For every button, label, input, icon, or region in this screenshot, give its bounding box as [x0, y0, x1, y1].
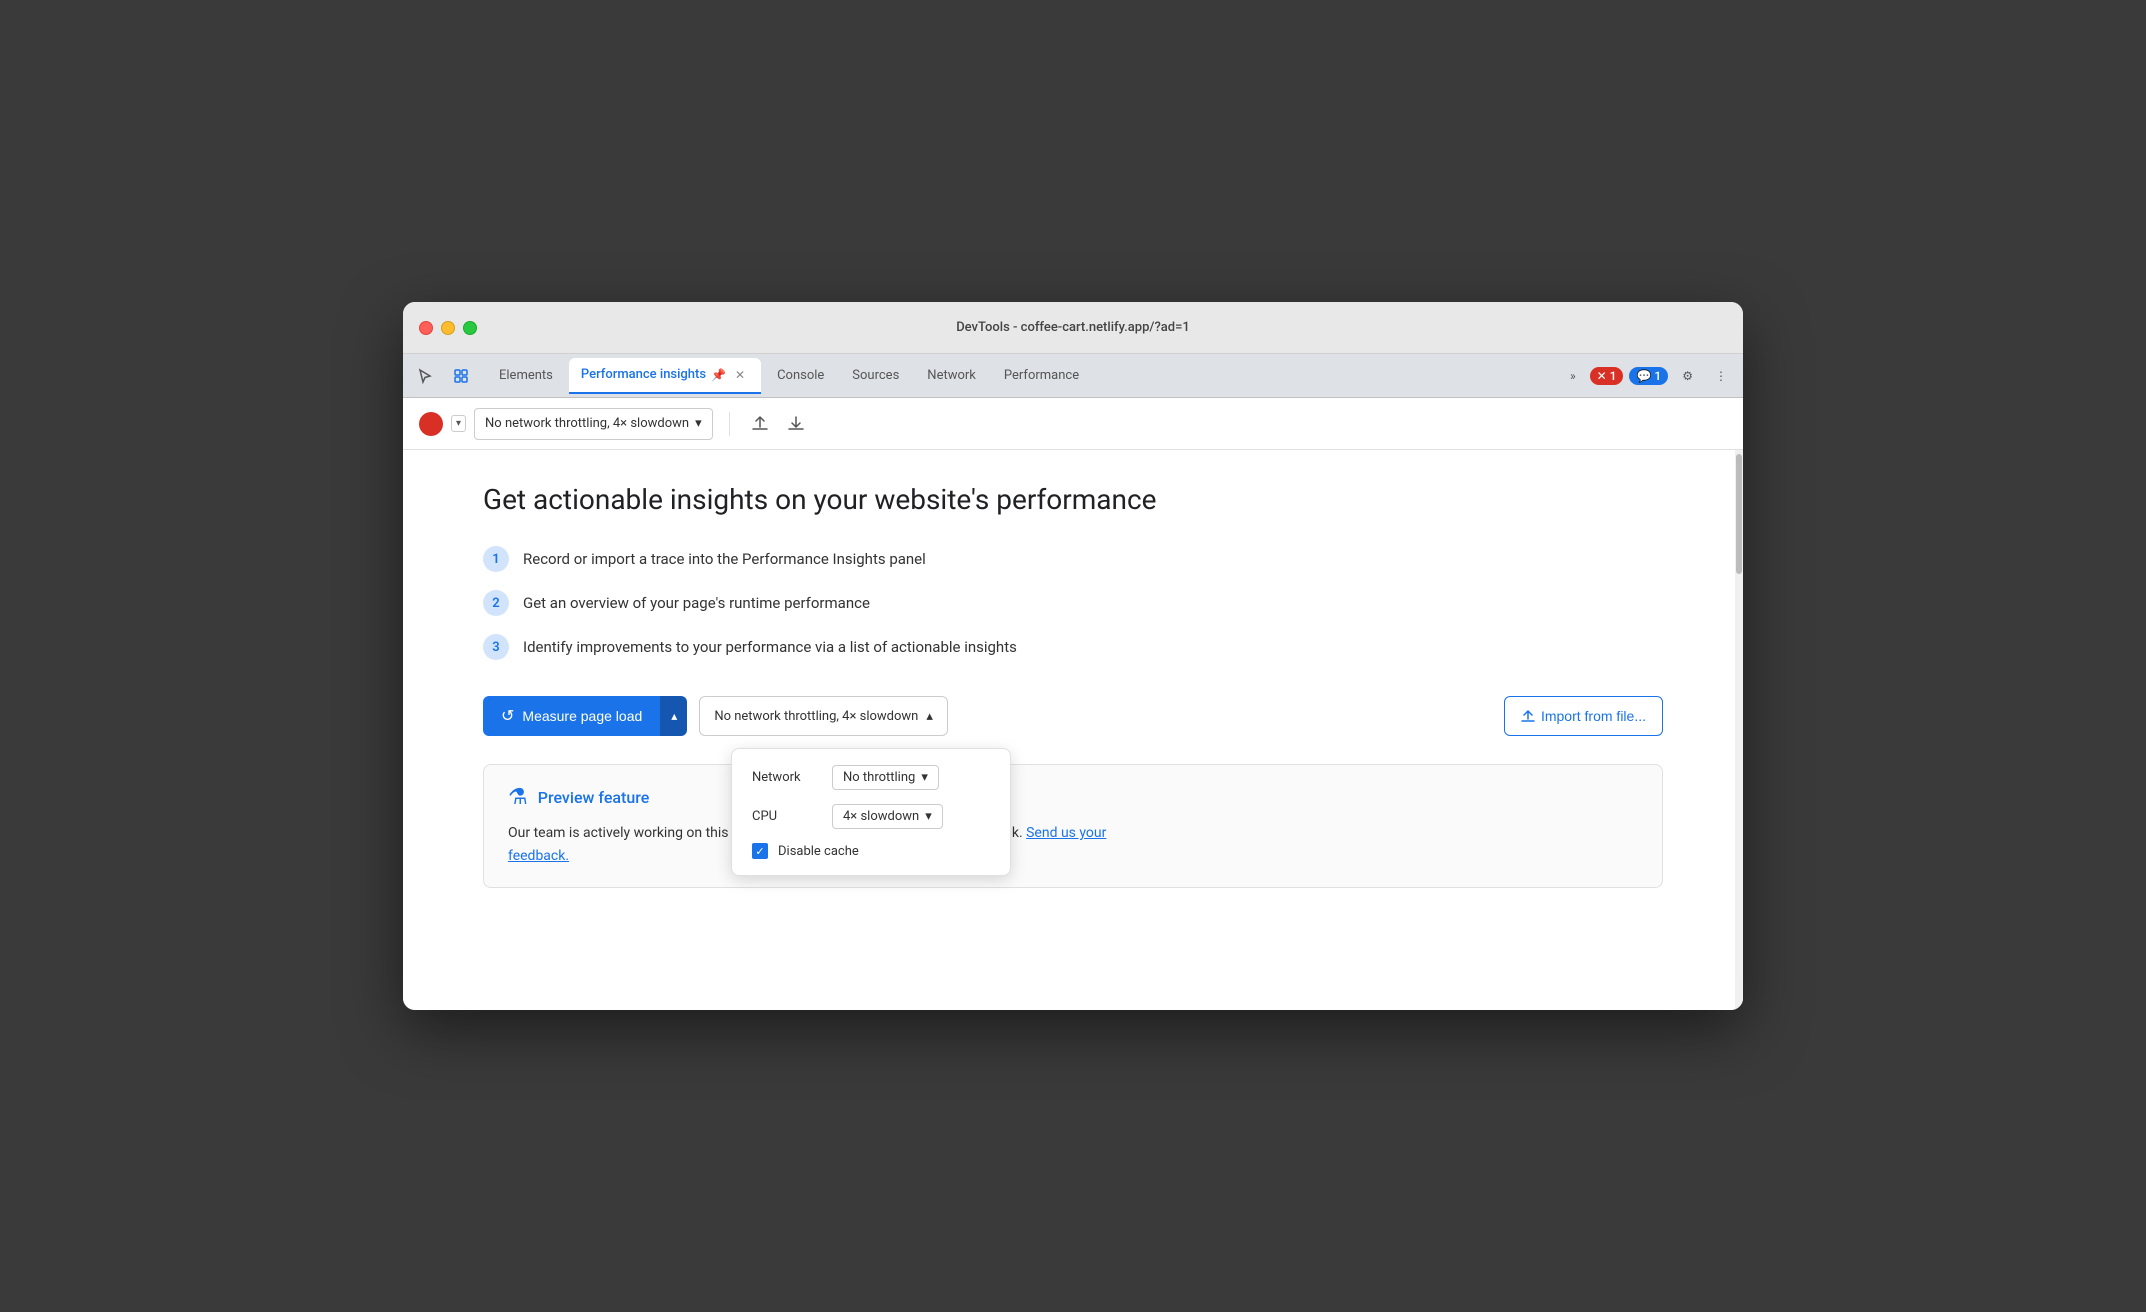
import-from-file-button[interactable]: Import from file... [1504, 696, 1663, 736]
minimize-button[interactable] [441, 321, 455, 335]
measure-page-load-button[interactable]: ↺ Measure page load [483, 696, 660, 736]
refresh-icon: ↺ [501, 706, 514, 726]
measure-btn-dropdown[interactable]: ▴ [660, 696, 687, 736]
import-btn-label: Import from file... [1541, 708, 1646, 724]
tab-console[interactable]: Console [765, 358, 836, 394]
kebab-icon: ⋮ [1715, 369, 1727, 383]
more-tabs-button[interactable]: » [1562, 365, 1584, 387]
panel-toolbar: ▾ No network throttling, 4× slowdown ▾ [403, 398, 1743, 450]
preview-feature-title: Preview feature [538, 788, 650, 807]
step-1-number: 1 [483, 546, 509, 572]
pin-icon: 📌 [711, 368, 726, 382]
main-content: Get actionable insights on your website'… [403, 450, 1743, 1010]
measure-dropdown-chevron-icon: ▴ [671, 709, 677, 723]
network-throttle-label: Network [752, 770, 832, 785]
network-throttle-value: No throttling [843, 770, 915, 785]
download-icon[interactable] [782, 410, 810, 438]
measure-btn-group: ↺ Measure page load ▴ [483, 696, 687, 736]
steps-list: 1 Record or import a trace into the Perf… [483, 546, 1663, 660]
tab-elements-label: Elements [499, 368, 553, 383]
tab-elements[interactable]: Elements [487, 358, 565, 394]
info-count: 1 [1654, 369, 1661, 383]
window-title: DevTools - coffee-cart.netlify.app/?ad=1 [956, 320, 1190, 335]
measure-btn-label: Measure page load [522, 708, 642, 724]
upload-icon[interactable] [746, 410, 774, 438]
throttle-select-button[interactable]: No network throttling, 4× slowdown ▴ [699, 696, 948, 736]
tab-performance[interactable]: Performance [992, 358, 1091, 394]
preview-feature-card: ⚗ Preview feature Our team is actively w… [483, 764, 1663, 888]
cpu-throttle-label: CPU [752, 809, 832, 824]
network-throttle-chevron-icon: ▾ [921, 770, 928, 785]
cpu-throttle-chevron-icon: ▾ [925, 809, 932, 824]
tab-bar: Elements Performance insights 📌 ✕ Consol… [403, 354, 1743, 398]
traffic-lights [403, 321, 477, 335]
tab-network-label: Network [927, 368, 976, 383]
step-2-text: Get an overview of your page's runtime p… [523, 594, 870, 612]
maximize-button[interactable] [463, 321, 477, 335]
network-throttle-row: Network No throttling ▾ [752, 765, 990, 790]
tab-performance-insights-label: Performance insights [581, 367, 706, 382]
settings-button[interactable]: ⚙ [1674, 365, 1701, 387]
close-button[interactable] [419, 321, 433, 335]
cursor-icon[interactable] [411, 362, 439, 390]
step-1-text: Record or import a trace into the Perfor… [523, 550, 926, 568]
preview-feature-text: Our team is actively working on this fea… [508, 822, 1638, 867]
flask-icon: ⚗ [508, 785, 528, 810]
disable-cache-checkbox[interactable]: ✓ [752, 843, 768, 859]
action-row: ↺ Measure page load ▴ No network throttl… [483, 696, 1663, 736]
step-3-text: Identify improvements to your performanc… [523, 638, 1017, 656]
tab-sources[interactable]: Sources [840, 358, 911, 394]
more-tabs-label: » [1570, 369, 1576, 383]
step-3-number: 3 [483, 634, 509, 660]
toolbar-left [411, 362, 475, 390]
toolbar-divider [729, 412, 730, 436]
step-2-number: 2 [483, 590, 509, 616]
step-2: 2 Get an overview of your page's runtime… [483, 590, 1663, 616]
scrollbar[interactable] [1735, 450, 1743, 1010]
tab-performance-label: Performance [1004, 368, 1079, 383]
more-options-button[interactable]: ⋮ [1707, 365, 1735, 387]
error-count: 1 [1610, 369, 1617, 383]
import-icon [1521, 709, 1535, 723]
throttle-select-label: No network throttling, 4× slowdown [714, 709, 918, 724]
record-button[interactable] [419, 412, 443, 436]
tab-sources-label: Sources [852, 368, 899, 383]
step-1: 1 Record or import a trace into the Perf… [483, 546, 1663, 572]
record-dropdown-button[interactable]: ▾ [451, 415, 466, 432]
panel-throttle-label: No network throttling, 4× slowdown [485, 416, 689, 431]
tab-network[interactable]: Network [915, 358, 988, 394]
inspect-icon[interactable] [447, 362, 475, 390]
chat-icon: 💬 [1636, 369, 1651, 383]
tab-performance-insights[interactable]: Performance insights 📌 ✕ [569, 358, 761, 394]
throttle-dropdown-panel: Network No throttling ▾ CPU 4× slowdown … [731, 748, 1011, 876]
title-bar: DevTools - coffee-cart.netlify.app/?ad=1 [403, 302, 1743, 354]
cpu-throttle-row: CPU 4× slowdown ▾ [752, 804, 990, 829]
network-throttle-select[interactable]: No throttling ▾ [832, 765, 939, 790]
page-headline: Get actionable insights on your website'… [483, 482, 1663, 518]
tab-console-label: Console [777, 368, 824, 383]
disable-cache-row: ✓ Disable cache [752, 843, 990, 859]
info-badge[interactable]: 💬 1 [1629, 367, 1668, 385]
browser-window: DevTools - coffee-cart.netlify.app/?ad=1… [403, 302, 1743, 1010]
panel-throttle-dropdown[interactable]: No network throttling, 4× slowdown ▾ [474, 408, 713, 440]
throttle-select-chevron-icon: ▴ [926, 709, 933, 724]
scrollbar-thumb[interactable] [1736, 454, 1742, 574]
error-icon: ✕ [1597, 369, 1607, 383]
preview-card-header: ⚗ Preview feature [508, 785, 1638, 810]
tab-close-icon[interactable]: ✕ [731, 366, 749, 384]
disable-cache-label: Disable cache [778, 844, 859, 859]
error-badge[interactable]: ✕ 1 [1590, 367, 1624, 385]
step-3: 3 Identify improvements to your performa… [483, 634, 1663, 660]
cpu-throttle-value: 4× slowdown [843, 809, 919, 824]
toolbar-right: » ✕ 1 💬 1 ⚙ ⋮ [1562, 365, 1735, 387]
cpu-throttle-select[interactable]: 4× slowdown ▾ [832, 804, 943, 829]
gear-icon: ⚙ [1682, 369, 1693, 383]
panel-throttle-chevron-icon: ▾ [695, 416, 702, 431]
